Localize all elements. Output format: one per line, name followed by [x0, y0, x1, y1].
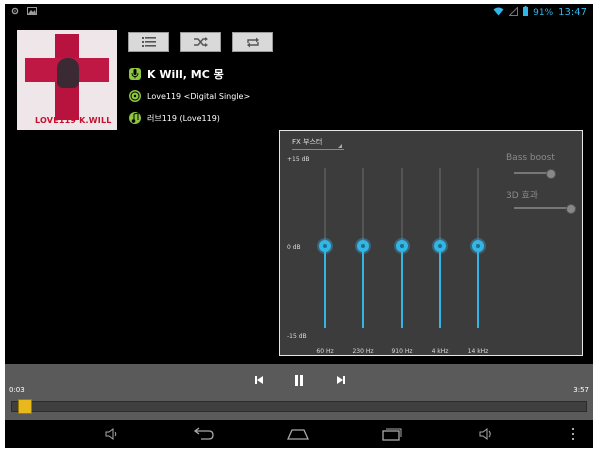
signal-icon — [508, 5, 519, 19]
gallery-icon — [27, 7, 37, 18]
artist-name: K Will, MC 몽 — [147, 68, 224, 81]
playlist-button[interactable] — [128, 32, 169, 52]
bass-boost-label: Bass boost — [506, 153, 555, 163]
navigation-bar — [5, 420, 593, 448]
volume-down-icon — [105, 428, 117, 440]
back-icon — [193, 427, 214, 440]
next-button[interactable] — [333, 373, 349, 387]
db-label-bottom: -15 dB — [287, 333, 307, 340]
menu-icon — [572, 428, 574, 440]
current-time: 0:03 — [9, 386, 25, 394]
pause-icon — [295, 374, 303, 386]
eq-band-fill — [401, 246, 403, 328]
album-art-text: LOVE119 K.WILL — [35, 116, 112, 125]
volume-up-button[interactable] — [475, 425, 497, 443]
progress-track[interactable] — [11, 401, 587, 412]
eq-band-label: 14 kHz — [467, 348, 489, 355]
total-time: 3:57 — [573, 386, 589, 394]
menu-button[interactable] — [567, 425, 579, 443]
previous-icon — [255, 376, 263, 384]
album-name: Love119 <Digital Single> — [147, 91, 251, 101]
track-row: 러브119 (Love119) — [129, 112, 220, 124]
battery-percent: 91% — [533, 7, 554, 18]
eq-band-fill — [362, 246, 364, 328]
eq-band-label: 60 Hz — [316, 348, 334, 355]
playlist-icon — [141, 37, 156, 47]
eq-band-fill — [477, 246, 479, 328]
eq-band-fill — [439, 246, 441, 328]
shuffle-button[interactable] — [180, 32, 221, 52]
eq-band-knob[interactable] — [396, 240, 408, 252]
previous-button[interactable] — [251, 373, 267, 387]
track-title: 러브119 (Love119) — [147, 113, 220, 123]
eq-band-label: 230 Hz — [352, 348, 374, 355]
eq-band-knob[interactable] — [434, 240, 446, 252]
eq-band-label: 4 kHz — [431, 348, 449, 355]
3d-effect-label: 3D 효과 — [506, 191, 539, 201]
playback-controls: 0:03 3:57 — [5, 364, 593, 420]
music-note-icon — [129, 112, 141, 124]
home-button[interactable] — [287, 425, 309, 443]
album-row: Love119 <Digital Single> — [129, 90, 250, 102]
volume-down-button[interactable] — [101, 425, 123, 443]
status-bar: 91% 13:47 — [5, 4, 593, 21]
pause-button[interactable] — [291, 373, 307, 387]
shuffle-icon — [193, 37, 208, 47]
recent-apps-button[interactable] — [381, 425, 403, 443]
eq-band-label: 910 Hz — [391, 348, 413, 355]
next-icon — [337, 376, 345, 384]
status-left — [11, 7, 37, 18]
volume-up-icon — [479, 428, 491, 440]
eq-band-fill — [324, 246, 326, 328]
wifi-icon — [493, 7, 504, 19]
album-icon — [129, 90, 141, 102]
status-right: 91% 13:47 — [493, 5, 587, 19]
3d-effect-knob[interactable] — [565, 204, 576, 214]
fx-preset-dropdown[interactable]: FX 부스터 — [292, 137, 344, 150]
album-art-figure — [57, 58, 79, 88]
equalizer-panel: FX 부스터 +15 dB 0 dB -15 dB 60 Hz 230 Hz 910… — [279, 130, 583, 356]
dropdown-arrow-icon — [338, 144, 342, 148]
artist-icon — [129, 68, 141, 80]
eq-band-knob[interactable] — [319, 240, 331, 252]
progress-thumb[interactable] — [18, 399, 33, 414]
repeat-button[interactable] — [232, 32, 273, 52]
artist-row: K Will, MC 몽 — [129, 66, 224, 82]
db-label-mid: 0 dB — [287, 244, 301, 251]
back-button[interactable] — [193, 425, 215, 443]
tablet-screen: 91% 13:47 LOVE119 K.WILL K Will, MC 몽 Lo… — [5, 4, 593, 448]
clock: 13:47 — [558, 7, 587, 18]
eq-band-knob[interactable] — [472, 240, 484, 252]
eq-band-knob[interactable] — [357, 240, 369, 252]
settings-icon — [11, 7, 19, 18]
repeat-icon — [246, 37, 259, 47]
album-art: LOVE119 K.WILL — [17, 30, 117, 130]
fx-preset-label: FX 부스터 — [292, 138, 323, 146]
home-icon — [287, 429, 309, 440]
db-label-top: +15 dB — [287, 156, 310, 163]
bass-boost-knob[interactable] — [546, 169, 556, 179]
battery-icon — [523, 6, 529, 19]
recent-apps-icon — [382, 428, 402, 441]
